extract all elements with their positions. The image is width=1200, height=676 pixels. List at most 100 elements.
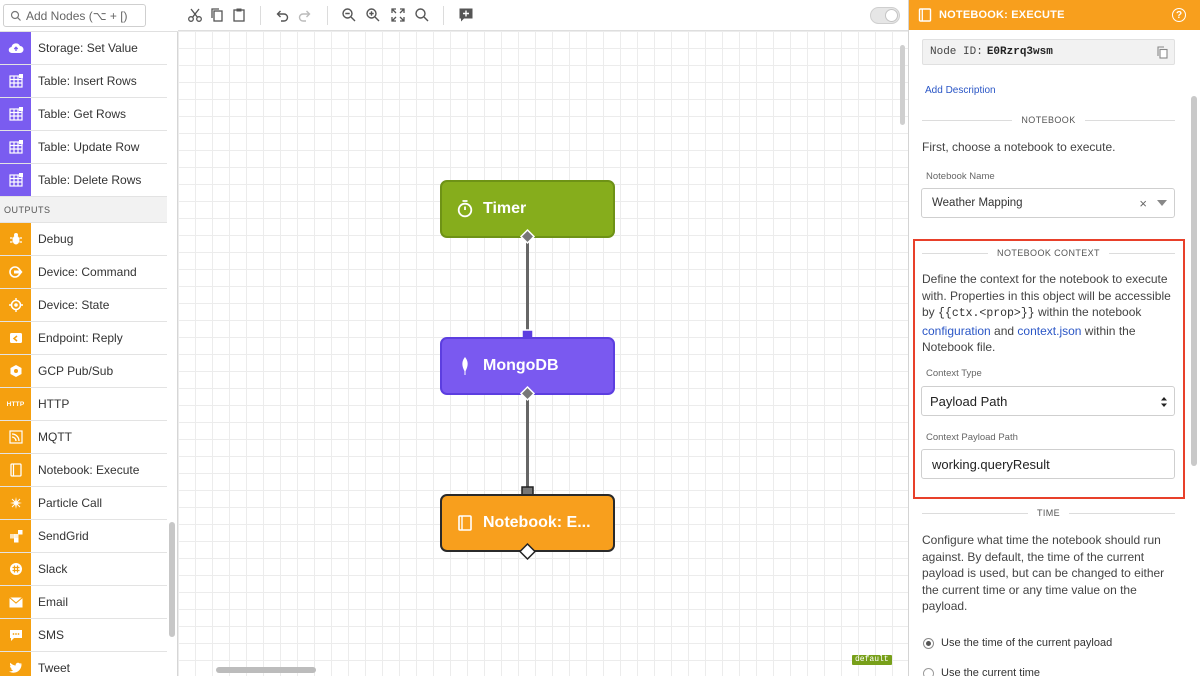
palette-item-sendgrid[interactable]: SendGrid <box>0 520 167 553</box>
zoom-reset-icon[interactable] <box>414 7 430 23</box>
palette-item-debug[interactable]: Debug <box>0 223 167 256</box>
context-type-select[interactable]: Payload Path <box>921 386 1175 416</box>
palette-item-table-delete-rows[interactable]: Table: Delete Rows <box>0 164 167 197</box>
palette-item-tweet[interactable]: Tweet <box>0 652 167 676</box>
palette-item-label: Slack <box>38 562 68 576</box>
palette-item-storage-set-value[interactable]: Storage: Set Value <box>0 32 167 65</box>
panel-scrollbar[interactable] <box>1191 96 1197 466</box>
notebook-icon <box>918 8 932 22</box>
output-ports <box>518 228 537 561</box>
fit-icon[interactable] <box>390 7 406 23</box>
palette-item-table-update-row[interactable]: Table: Update Row <box>0 131 167 164</box>
tweet-icon <box>0 652 31 676</box>
palette-scrollbar[interactable] <box>169 522 175 637</box>
copy-icon[interactable] <box>1156 46 1168 59</box>
toolbar <box>148 0 908 31</box>
particle-icon <box>0 487 31 519</box>
flow-canvas[interactable]: Timer MongoDB Notebook: E... default <box>178 31 908 676</box>
radio-label: Use the current time <box>941 667 1041 676</box>
palette-item-gcp-pubsub[interactable]: GCP Pub/Sub <box>0 355 167 388</box>
zoom-in-icon[interactable] <box>365 7 381 23</box>
configuration-link[interactable]: configuration <box>922 324 991 338</box>
palette-item-table-get-rows[interactable]: Table: Get Rows <box>0 98 167 131</box>
copy-icon[interactable] <box>209 7 225 23</box>
section-divider-notebook: NOTEBOOK <box>922 114 1175 126</box>
redo-icon[interactable] <box>297 7 313 23</box>
canvas-toggle[interactable] <box>870 7 900 24</box>
search-bar <box>0 0 178 32</box>
email-icon <box>0 586 31 618</box>
palette-item-mqtt[interactable]: MQTT <box>0 421 167 454</box>
section-title: NOTEBOOK <box>1021 115 1076 125</box>
cut-icon[interactable] <box>187 7 203 23</box>
cloud-upload-icon <box>0 32 31 64</box>
table-icon <box>0 131 31 163</box>
undo-icon[interactable] <box>274 7 290 23</box>
time-description: Configure what time the notebook should … <box>922 533 1165 613</box>
reply-icon <box>0 322 31 354</box>
radio-button[interactable] <box>923 667 934 676</box>
canvas-horizontal-scrollbar[interactable] <box>216 667 316 673</box>
palette-item-table-insert-rows[interactable]: Table: Insert Rows <box>0 65 167 98</box>
palette-item-label: Device: Command <box>38 265 137 279</box>
context-payload-path-input[interactable] <box>921 449 1175 479</box>
context-json-link[interactable]: context.json <box>1017 324 1081 338</box>
search-box[interactable] <box>3 4 146 27</box>
palette-item-http[interactable]: HTTP HTTP <box>0 388 167 421</box>
select-arrows-icon <box>1161 397 1167 407</box>
palette-item-label: Table: Get Rows <box>38 107 127 121</box>
section-title: TIME <box>1036 508 1061 518</box>
bug-icon <box>0 223 31 255</box>
palette-item-label: Notebook: Execute <box>38 463 140 477</box>
palette-item-label: Endpoint: Reply <box>38 331 123 345</box>
palette-item-label: Tweet <box>38 661 71 675</box>
radio-current-time[interactable]: Use the current time <box>923 667 1040 676</box>
node-list: Storage: Set Value Table: Insert Rows Ta… <box>0 32 167 676</box>
palette-item-particle-call[interactable]: Particle Call <box>0 487 167 520</box>
table-icon <box>0 65 31 97</box>
context-text: and <box>990 323 1018 338</box>
zoom-out-icon[interactable] <box>341 7 357 23</box>
add-description-link[interactable]: Add Description <box>925 85 996 96</box>
palette-item-label: SMS <box>38 628 65 642</box>
palette-item-label: Table: Delete Rows <box>38 173 142 187</box>
palette-item-slack[interactable]: Slack <box>0 553 167 586</box>
node-id-value: E0Rzrq3wsm <box>986 46 1053 58</box>
version-badge: default <box>852 655 892 665</box>
palette-item-endpoint-reply[interactable]: Endpoint: Reply <box>0 322 167 355</box>
panel-title: NOTEBOOK: EXECUTE <box>939 9 1065 21</box>
notebook-name-select[interactable]: Weather Mapping × <box>921 188 1175 218</box>
clear-icon[interactable]: × <box>1139 196 1147 211</box>
add-comment-icon[interactable] <box>458 7 474 23</box>
canvas-vertical-scrollbar[interactable] <box>900 45 905 125</box>
search-input[interactable] <box>26 7 144 25</box>
palette-item-device-state[interactable]: Device: State <box>0 289 167 322</box>
table-icon <box>0 164 31 196</box>
node-palette: Storage: Set Value Table: Insert Rows Ta… <box>0 0 178 676</box>
palette-item-device-command[interactable]: Device: Command <box>0 256 167 289</box>
notebook-name-value: Weather Mapping <box>932 197 1023 209</box>
palette-item-label: Table: Update Row <box>38 140 140 154</box>
paste-icon[interactable] <box>231 7 247 23</box>
palette-item-sms[interactable]: SMS <box>0 619 167 652</box>
section-divider-notebook-context: NOTEBOOK CONTEXT <box>922 247 1176 259</box>
context-code: {{ctx.<prop>}} <box>938 307 1035 320</box>
radio-button-checked[interactable] <box>923 637 934 649</box>
radio-current-payload-time[interactable]: Use the time of the current payload <box>923 637 1112 649</box>
chevron-down-icon[interactable] <box>1157 200 1167 206</box>
help-icon[interactable]: ? <box>1172 8 1186 22</box>
palette-item-email[interactable]: Email <box>0 586 167 619</box>
slack-icon <box>0 553 31 585</box>
palette-item-notebook-execute[interactable]: Notebook: Execute <box>0 454 167 487</box>
output-port-mongodb <box>519 385 536 402</box>
palette-item-label: GCP Pub/Sub <box>38 364 114 378</box>
output-port-timer <box>519 228 536 245</box>
node-id-box: Node ID: E0Rzrq3wsm <box>922 39 1175 65</box>
notebook-icon <box>0 454 31 486</box>
search-icon <box>10 10 21 21</box>
notebook-name-label: Notebook Name <box>926 171 995 182</box>
context-type-label: Context Type <box>926 368 982 379</box>
notebook-context-description: Define the context for the notebook to e… <box>922 271 1178 356</box>
output-port-notebook <box>518 542 537 561</box>
gcp-icon <box>0 355 31 387</box>
